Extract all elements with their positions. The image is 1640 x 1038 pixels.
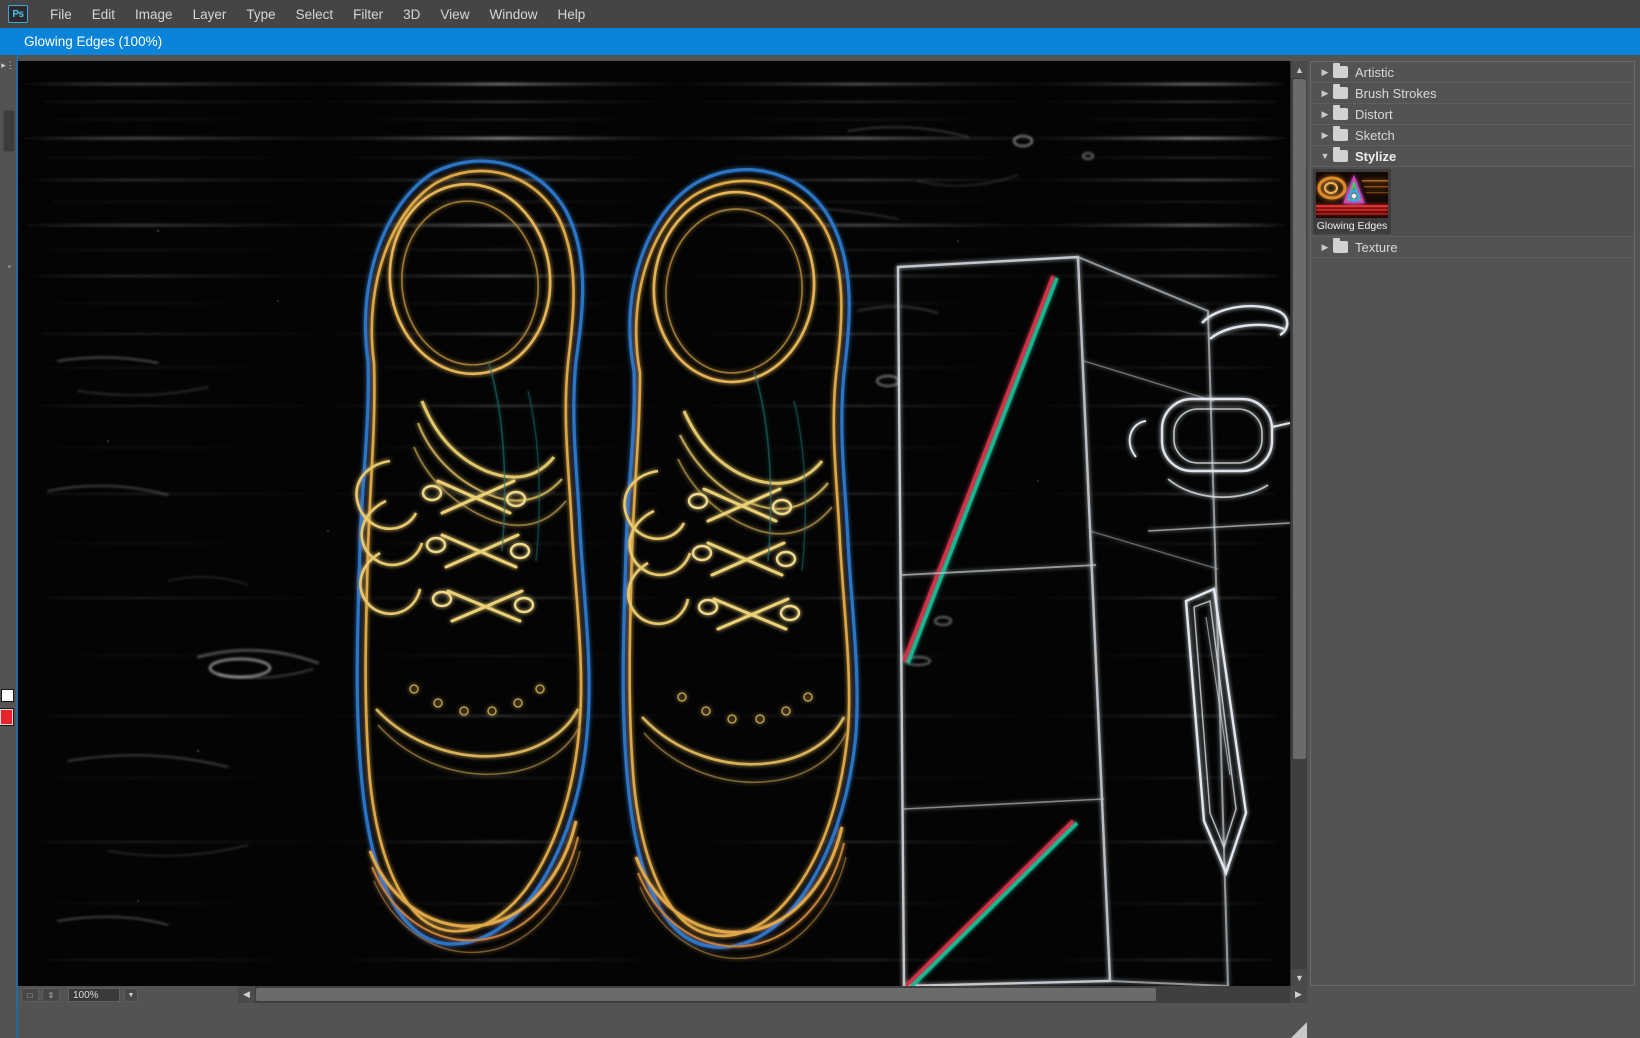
menu-item-file[interactable]: File [40,3,82,26]
filter-gallery-empty-area [1311,258,1634,918]
scroll-right-arrow-icon[interactable]: ▶ [1290,986,1307,1003]
artwork-svg [18,61,1290,986]
glowing-edges-artwork [18,61,1290,986]
menu-item-edit[interactable]: Edit [82,3,125,26]
scroll-up-arrow-icon[interactable]: ▲ [1291,61,1308,78]
image-canvas[interactable] [18,61,1290,986]
zoom-level-input[interactable]: 100% [68,988,120,1002]
filter-gallery-panel: ▶ Artistic ▶ Brush Strokes ▶ Distort ▶ S… [1310,61,1635,986]
move-handle-icon[interactable]: ▸⋮ [1,59,15,71]
chevron-right-icon[interactable]: ▶ [1317,109,1333,120]
menu-item-type[interactable]: Type [236,3,285,26]
folder-icon [1333,108,1348,120]
window-resize-grip[interactable] [1291,1022,1307,1038]
folder-icon [1333,129,1348,141]
menu-bar: Ps File Edit Image Layer Type Select Fil… [0,0,1640,28]
menu-item-window[interactable]: Window [479,3,547,26]
filter-category-stylize[interactable]: ▼ Stylize [1311,146,1634,167]
menu-item-filter[interactable]: Filter [343,3,393,26]
document-tab-title[interactable]: Glowing Edges (100%) [24,28,162,55]
photoshop-window: Ps File Edit Image Layer Type Select Fil… [0,0,1640,1038]
menu-item-help[interactable]: Help [547,3,595,26]
rail-scrollbar-thumb[interactable] [3,110,15,152]
filter-category-label: Brush Strokes [1355,86,1437,101]
document-tab-bar: Glowing Edges (100%) [0,28,1640,55]
menu-item-3d[interactable]: 3D [393,3,430,26]
chevron-right-icon[interactable]: ▶ [1317,242,1333,253]
menu-item-image[interactable]: Image [125,3,183,26]
foreground-color-swatch[interactable] [1,689,14,702]
chevron-right-icon[interactable]: ▶ [1317,130,1333,141]
canvas-vertical-scrollbar[interactable]: ▲ ▼ [1290,61,1307,986]
menu-item-view[interactable]: View [430,3,479,26]
glowing-edges-thumbnail [1316,172,1388,218]
filter-category-label: Stylize [1355,149,1396,164]
left-tool-rail: ▸⋮ [0,55,18,1038]
canvas-horizontal-scrollbar[interactable]: ◀ ▶ [238,986,1307,1003]
chevron-right-icon[interactable]: ▶ [1317,88,1333,99]
menu-item-select[interactable]: Select [286,3,344,26]
filter-category-distort[interactable]: ▶ Distort [1311,104,1634,125]
filter-category-brush-strokes[interactable]: ▶ Brush Strokes [1311,83,1634,104]
menu-item-layer[interactable]: Layer [183,3,237,26]
rail-marker-icon [8,265,11,268]
vertical-scrollbar-thumb[interactable] [1293,79,1306,759]
thumbnail-svg [1316,172,1388,218]
folder-icon [1333,87,1348,99]
filter-tile-label: Glowing Edges [1316,220,1388,232]
filter-category-label: Artistic [1355,65,1394,80]
status-bar: □ ⇳ 100% ▼ ◀ ▶ [18,986,1307,1038]
folder-icon [1333,150,1348,162]
photoshop-logo-icon[interactable]: Ps [8,5,28,23]
chevron-down-icon[interactable]: ▼ [124,988,138,1002]
filter-category-label: Texture [1355,240,1398,255]
chevron-right-icon[interactable]: ▶ [1317,67,1333,78]
folder-icon [1333,66,1348,78]
status-controls: □ ⇳ 100% ▼ [18,986,138,1004]
scroll-left-arrow-icon[interactable]: ◀ [238,986,255,1003]
filter-category-label: Distort [1355,107,1393,122]
folder-icon [1333,241,1348,253]
stylize-filter-list: Glowing Edges [1311,167,1634,237]
screen-mode-icon[interactable]: □ [21,988,39,1002]
extras-icon[interactable]: ⇳ [42,988,60,1002]
filter-category-texture[interactable]: ▶ Texture [1311,237,1634,258]
filter-tile-glowing-edges[interactable]: Glowing Edges [1313,169,1391,234]
scroll-down-arrow-icon[interactable]: ▼ [1291,969,1308,986]
filter-category-sketch[interactable]: ▶ Sketch [1311,125,1634,146]
chevron-down-icon[interactable]: ▼ [1317,151,1333,161]
filter-category-artistic[interactable]: ▶ Artistic [1311,62,1634,83]
background-color-swatch[interactable] [0,709,13,725]
horizontal-scrollbar-thumb[interactable] [256,988,1156,1001]
filter-category-label: Sketch [1355,128,1395,143]
